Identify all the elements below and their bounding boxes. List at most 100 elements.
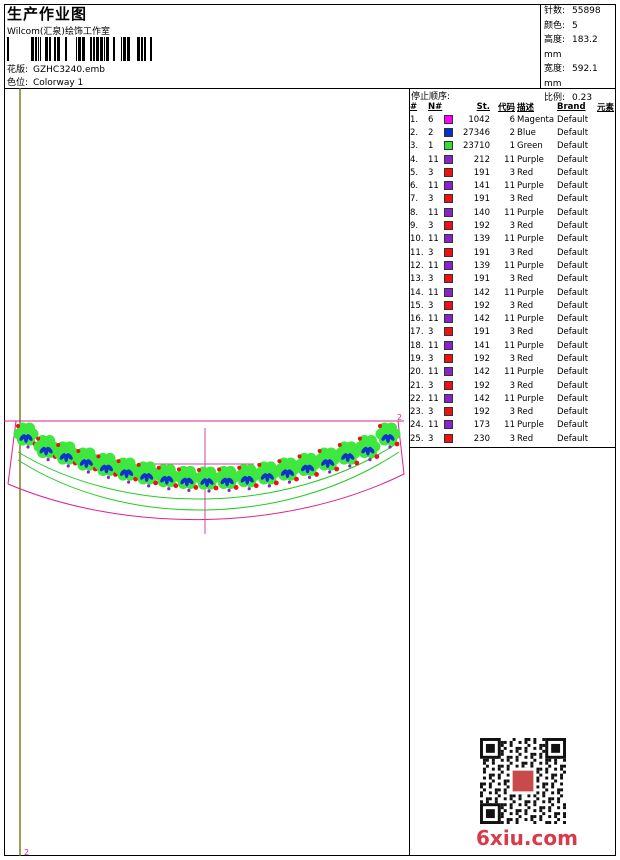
row-needle: 11	[428, 367, 439, 378]
col-swatch	[444, 100, 460, 113]
row-needle: 11	[428, 340, 439, 351]
col-index: #	[410, 101, 418, 112]
barcode	[7, 37, 152, 61]
colorway-value: Colorway 1	[33, 78, 84, 88]
row-brand: Default	[557, 181, 589, 192]
row-brand: Default	[557, 327, 589, 338]
color-swatch	[444, 206, 460, 219]
swatch-box	[444, 407, 453, 417]
row-needle: 11	[428, 393, 439, 404]
row-code: 3	[509, 274, 515, 285]
end-marker: 2	[397, 413, 402, 422]
design-label: 花版:	[7, 65, 29, 75]
row-brand: Default	[557, 154, 589, 165]
row-code: 2	[509, 127, 515, 138]
row-stitches: 142	[473, 287, 490, 298]
swatch-box	[444, 114, 453, 124]
table-row: 25. 3 230 3 Red Default	[410, 432, 614, 445]
col-brand: Brand	[557, 101, 586, 112]
row-code: 11	[504, 154, 515, 165]
table-row: 16. 11 142 11 Purple Default	[410, 312, 614, 325]
row-code: 11	[504, 260, 515, 271]
row-stitches: 23710	[462, 141, 490, 152]
color-swatch	[444, 113, 460, 126]
row-stitches: 139	[473, 260, 490, 271]
swatch-box	[444, 353, 453, 363]
row-stitches: 141	[473, 340, 490, 351]
row-index: 15.	[410, 300, 424, 311]
row-index: 20.	[410, 367, 424, 378]
color-swatch	[444, 366, 460, 379]
table-row: 13. 3 191 3 Red Default	[410, 273, 614, 286]
table-row: 7. 3 191 3 Red Default	[410, 193, 614, 206]
swatch-box	[444, 181, 453, 191]
row-index: 6.	[410, 181, 419, 192]
color-swatch	[444, 273, 460, 286]
table-row: 18. 11 141 11 Purple Default	[410, 339, 614, 352]
table-row: 22. 11 142 11 Purple Default	[410, 392, 614, 405]
table-row: 1. 6 1042 6 Magenta Default	[410, 113, 614, 126]
row-needle: 1	[428, 141, 434, 152]
color-swatch	[444, 219, 460, 232]
swatch-box	[444, 367, 453, 377]
row-desc: Purple	[517, 287, 544, 298]
swatch-box	[444, 247, 453, 257]
swatch-box	[444, 420, 453, 430]
stat-colors: 颜色: 5	[544, 20, 578, 31]
row-code: 11	[504, 181, 515, 192]
table-row: 6. 11 141 11 Purple Default	[410, 179, 614, 192]
stat-stitches: 针数: 55898	[544, 6, 601, 16]
row-code: 3	[509, 194, 515, 205]
row-desc: Red	[517, 300, 534, 311]
swatch-box	[444, 194, 453, 204]
col-desc: 描述	[517, 102, 535, 113]
header: 生产作业图 Wilcom(汇泉)绘饰工作室 花版: GZHC3240.emb 色位…	[4, 4, 616, 103]
table-row: 20. 11 142 11 Purple Default	[410, 366, 614, 379]
row-index: 12.	[410, 260, 424, 271]
row-needle: 3	[428, 380, 434, 391]
row-brand: Default	[557, 234, 589, 245]
row-needle: 3	[428, 407, 434, 418]
row-code: 1	[509, 141, 515, 152]
color-swatch	[444, 179, 460, 192]
color-sequence-table: # N# St. 代码 描述 Brand 元素 1. 6 1042 6 Magenta D…	[410, 100, 614, 445]
color-swatch	[444, 299, 460, 312]
row-brand: Default	[557, 141, 589, 152]
swatch-box	[444, 207, 453, 217]
swatch-box	[444, 167, 453, 177]
col-stitches: St.	[476, 101, 490, 112]
row-needle: 11	[428, 207, 439, 218]
row-stitches: 191	[473, 167, 490, 178]
row-index: 2.	[410, 127, 419, 138]
row-desc: Purple	[517, 181, 544, 192]
row-brand: Default	[557, 367, 589, 378]
row-stitches: 140	[473, 207, 490, 218]
qr-code	[480, 738, 566, 824]
row-index: 13.	[410, 274, 424, 285]
color-swatch	[444, 312, 460, 325]
row-desc: Red	[517, 380, 534, 391]
row-brand: Default	[557, 433, 589, 444]
row-stitches: 192	[473, 380, 490, 391]
colorway-label: 色位:	[7, 78, 29, 88]
color-swatch	[444, 392, 460, 405]
table-row: 23. 3 192 3 Red Default	[410, 406, 614, 419]
row-stitches: 192	[473, 300, 490, 311]
embroidery-preview: 2 2	[4, 88, 405, 856]
row-stitches: 230	[473, 433, 490, 444]
col-code: 代码	[497, 102, 515, 113]
stat-height: 高度: 183.2 mm	[544, 35, 598, 60]
table-row: 21. 3 192 3 Red Default	[410, 379, 614, 392]
table-row: 17. 3 191 3 Red Default	[410, 326, 614, 339]
row-code: 11	[504, 314, 515, 325]
design-file-row: 花版: GZHC3240.emb	[7, 62, 105, 75]
row-brand: Default	[557, 194, 589, 205]
swatch-box	[444, 340, 453, 350]
swatch-box	[444, 433, 453, 443]
table-row: 14. 11 142 11 Purple Default	[410, 286, 614, 299]
row-code: 11	[504, 287, 515, 298]
row-index: 17.	[410, 327, 424, 338]
row-desc: Purple	[517, 154, 544, 165]
row-brand: Default	[557, 221, 589, 232]
row-desc: Red	[517, 247, 534, 258]
